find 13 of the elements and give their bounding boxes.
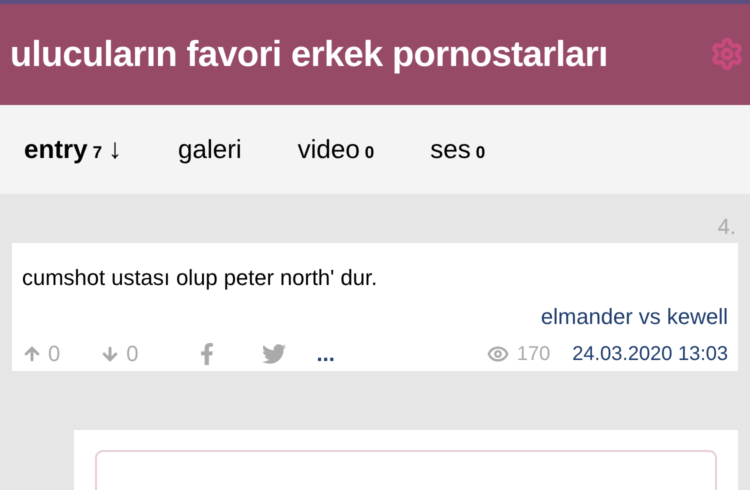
more-button[interactable]: ... [316, 337, 335, 370]
entry-number: 4. [718, 212, 736, 241]
author-link[interactable]: elmander vs kewell [540, 300, 728, 334]
entry-text: cumshot ustası olup peter north' dur. [22, 264, 378, 292]
page-title: ulucuların favori erkek pornostarları [10, 32, 608, 76]
view-count: 170 [516, 342, 550, 367]
settings-icon[interactable] [710, 37, 744, 72]
twitter-icon[interactable] [260, 342, 286, 366]
tab[interactable]: video 0 [298, 130, 374, 169]
tab[interactable]: entry 7 ↓ [24, 128, 122, 170]
tab[interactable]: galeri [178, 130, 242, 169]
tab[interactable]: ses 0 [430, 130, 486, 169]
entry-date: 24.03.2020 13:03 [572, 342, 728, 367]
